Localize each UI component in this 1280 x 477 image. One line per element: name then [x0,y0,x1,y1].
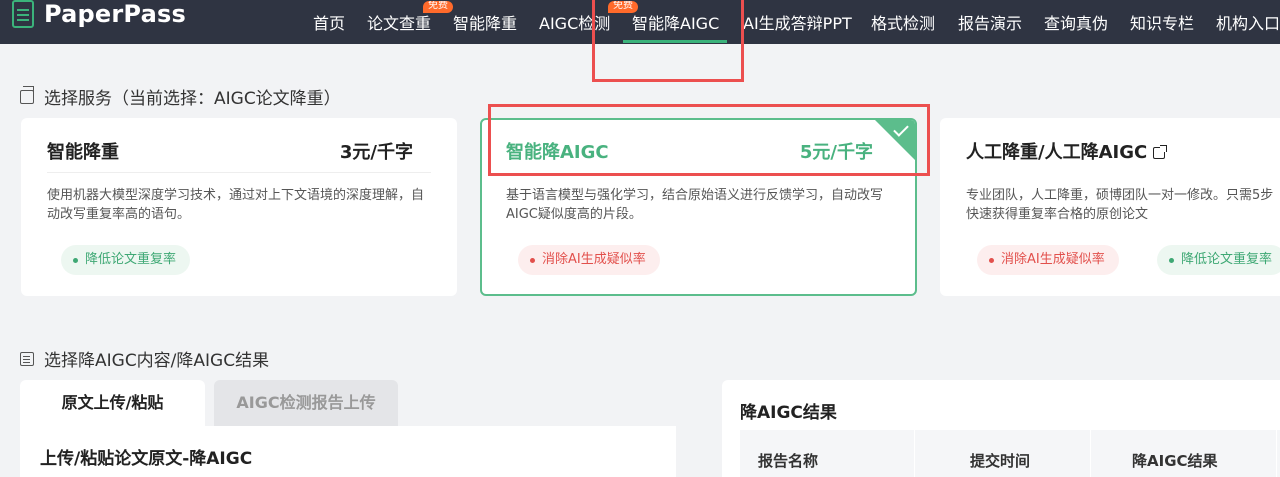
column-header-report-name: 报告名称 [758,452,819,470]
tag-reduce-plagiarism: 降低论文重复率 [61,245,191,275]
nav-report-demo-label: 报告演示 [958,14,1023,33]
nav-plagiarism-check-label: 论文查重 [367,14,432,33]
column-header-aigc-result: 降AIGC结果 [1132,452,1218,470]
result-panel: 降AIGC结果 报告名称 提交时间 降AIGC结果 [722,380,1280,477]
card-price: 3元/千字 [339,142,413,163]
nav-verify-authenticity-label: 查询真伪 [1044,14,1109,33]
nav-smart-reduce-aigc[interactable]: 免费 智能降AIGC [608,1,720,33]
document-icon [20,351,34,366]
card-description: 基于语言模型与强化学习，结合原始语义进行反馈学习，自动改写AIGC疑似度高的片段… [506,188,884,222]
nav-institution-entry-label: 机构入口 [1216,14,1280,33]
card-title: 人工降重/人工降AIGC [966,138,1168,164]
logo[interactable]: PaperPass [10,0,186,32]
card-title: 智能降AIGC [506,142,609,163]
top-navigation-bar: PaperPass 首页 免费 论文查重 智能降重 AIGC检测 免费 智能降A… [0,0,1280,44]
card-price: 5元/千字 [799,142,873,163]
tag-eliminate-ai-rate: 消除AI生成疑似率 [518,245,660,275]
card-description: 使用机器大模型深度学习技术，通过对上下文语境的深度理解，自动改写重复率高的语句。 [47,188,425,222]
nav-smart-rewrite-label: 智能降重 [453,14,518,33]
nav-aigc-detect-label: AIGC检测 [539,14,611,33]
nav-smart-reduce-aigc-label: 智能降AIGC [632,14,720,33]
column-divider [1090,430,1091,477]
nav-verify-authenticity[interactable]: 查询真伪 [1044,10,1109,33]
nav-plagiarism-check[interactable]: 免费 论文查重 [367,1,453,33]
external-link-icon [1153,145,1168,159]
logo-icon [10,0,36,30]
column-header-submit-time: 提交时间 [970,452,1031,470]
card-title-text: 人工降重/人工降AIGC [966,142,1148,163]
service-card-manual-rewrite[interactable]: 人工降重/人工降AIGC 专业团队，人工降重，硕博团队一对一修改。只需5步 快速… [940,118,1280,296]
service-card-smart-rewrite[interactable]: 智能降重 3元/千字 使用机器大模型深度学习技术，通过对上下文语境的深度理解，自… [21,118,457,296]
tab-upload-aigc-report[interactable]: AIGC检测报告上传 [214,380,398,426]
column-divider [1276,430,1277,477]
service-section-title: 选择服务（当前选择：AIGC论文降重） [20,84,341,109]
nav-knowledge-column-label: 知识专栏 [1130,14,1195,33]
service-section-title-text: 选择服务（当前选择：AIGC论文降重） [44,89,341,109]
card-description-line-2: 快速获得重复率合格的原创论文 [966,207,1149,222]
service-card-smart-reduce-aigc[interactable]: 智能降AIGC 5元/千字 基于语言模型与强化学习，结合原始语义进行反馈学习，自… [480,118,917,296]
nav-format-check-label: 格式检测 [871,14,936,33]
nav-smart-rewrite[interactable]: 智能降重 [453,10,518,33]
nav-format-check[interactable]: 格式检测 [871,10,936,33]
tag-reduce-plagiarism: 降低论文重复率 [1157,245,1280,275]
upload-panel-title: 上传/粘贴论文原文-降AIGC [40,449,253,469]
tab-upload-paste-original[interactable]: 原文上传/粘贴 [20,380,205,426]
nav-report-demo[interactable]: 报告演示 [958,10,1023,33]
column-divider [914,430,915,477]
result-table-header: 报告名称 提交时间 降AIGC结果 [740,430,1280,477]
copy-icon [20,85,34,104]
free-badge: 免费 [608,1,638,13]
tag-eliminate-ai-rate: 消除AI生成疑似率 [977,245,1119,275]
card-description: 专业团队，人工降重，硕博团队一对一修改。只需5步 快速获得重复率合格的原创论文 [966,186,1280,224]
card-title: 智能降重 [47,142,119,163]
card-description-line-1: 专业团队，人工降重，硕博团队一对一修改。只需5步 [966,188,1274,203]
nav-aigc-detect[interactable]: AIGC检测 [539,10,611,33]
content-section-title-text: 选择降AIGC内容/降AIGC结果 [44,351,270,371]
nav-ai-defense-ppt-label: AI生成答辩PPT [743,14,852,33]
active-nav-indicator [623,40,727,43]
nav-home-label: 首页 [313,14,346,33]
nav-ai-defense-ppt[interactable]: AI生成答辩PPT [743,10,852,33]
upload-panel: 上传/粘贴论文原文-降AIGC [20,426,676,477]
nav-knowledge-column[interactable]: 知识专栏 [1130,10,1195,33]
selected-corner [873,120,915,162]
content-section-title: 选择降AIGC内容/降AIGC结果 [20,346,269,371]
free-badge: 免费 [423,1,453,13]
nav-home[interactable]: 首页 [313,10,346,33]
nav-institution-entry[interactable]: 机构入口 [1216,10,1280,33]
logo-text: PaperPass [44,0,186,28]
result-panel-title: 降AIGC结果 [740,403,837,423]
card-divider [47,172,431,173]
